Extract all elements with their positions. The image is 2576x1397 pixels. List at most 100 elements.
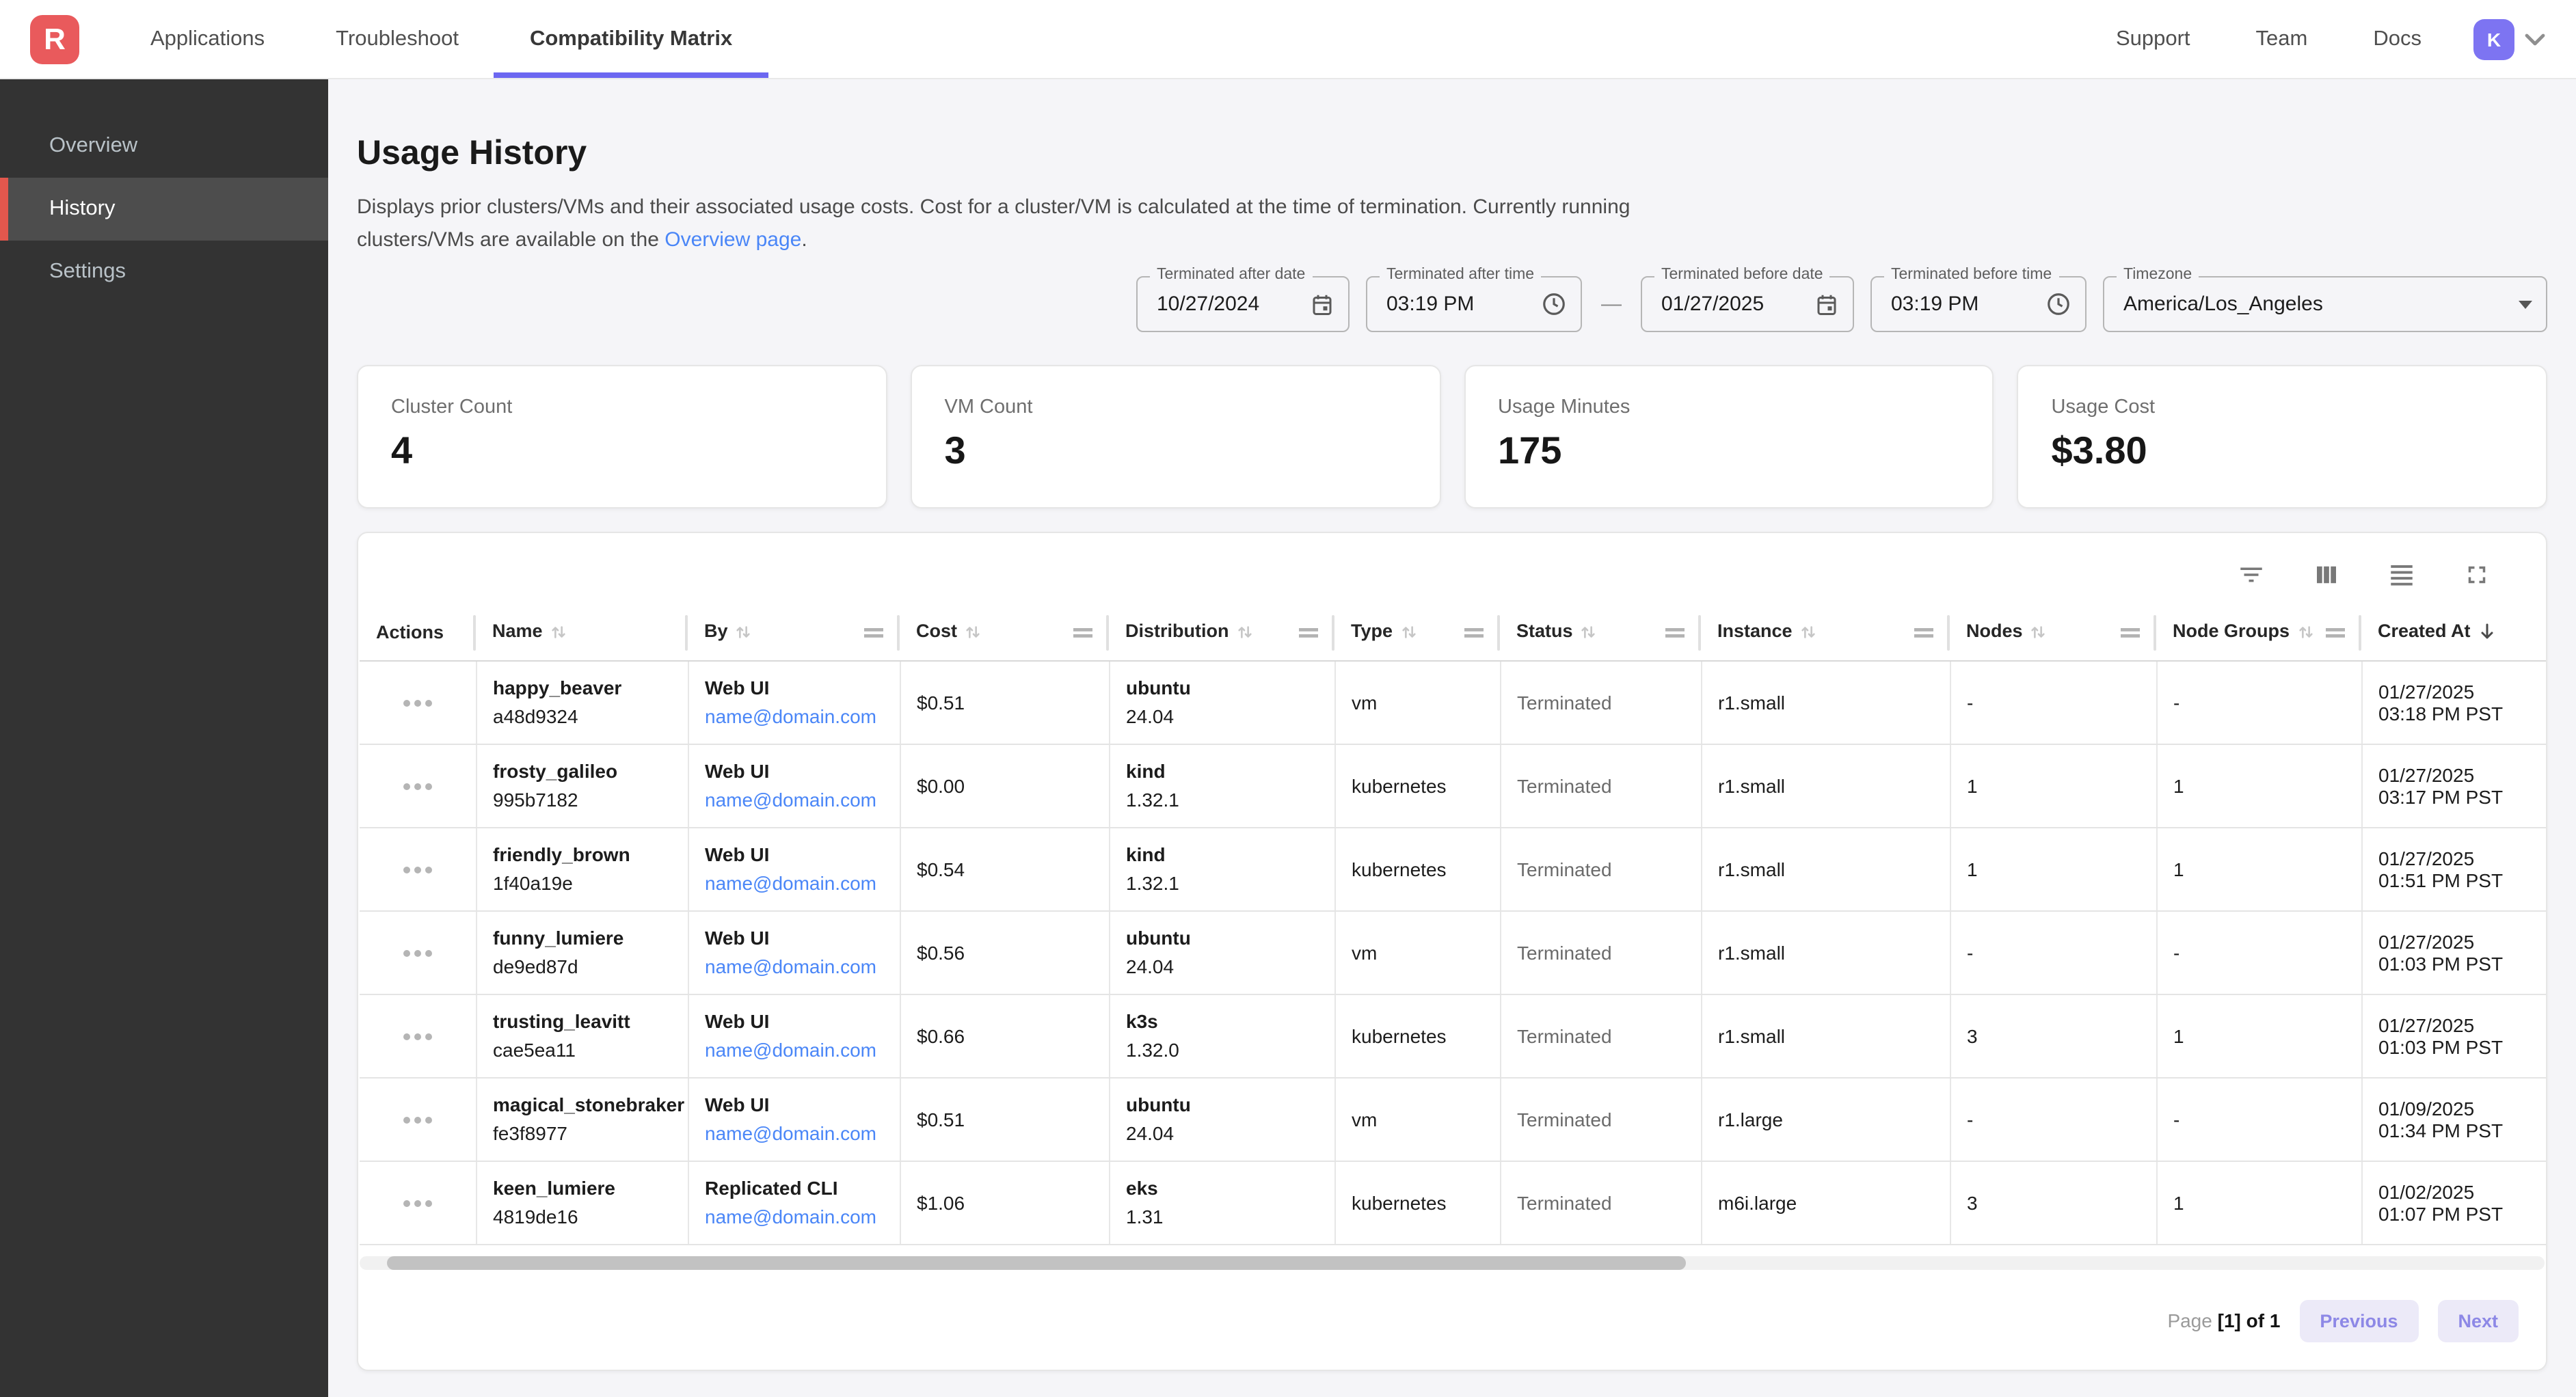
row-actions-cell (360, 660, 476, 744)
row-actions-menu-icon[interactable] (395, 775, 440, 798)
column-header-name[interactable]: Name (476, 606, 688, 660)
type-value: vm (1352, 941, 1377, 963)
column-header-instance[interactable]: Instance (1701, 606, 1950, 660)
sort-unsorted-icon[interactable] (1799, 623, 1817, 645)
created-by-email-link[interactable]: name@domain.com (705, 1122, 899, 1144)
node-groups-value: 1 (2173, 1025, 2184, 1046)
nav-link-support[interactable]: Support (2083, 27, 2223, 51)
row-actions-cell (360, 910, 476, 994)
row-actions-cell (360, 1161, 476, 1244)
column-header-node-groups[interactable]: Node Groups (2156, 606, 2361, 660)
sort-unsorted-icon[interactable] (2296, 623, 2314, 645)
row-actions-menu-icon[interactable] (395, 1109, 440, 1132)
timezone-select[interactable]: Timezone America/Los_Angeles (2103, 276, 2547, 332)
created-by-email-link[interactable]: name@domain.com (705, 705, 899, 727)
overview-page-link[interactable]: Overview page (665, 228, 801, 252)
sidebar-item-settings[interactable]: Settings (0, 241, 328, 303)
sidebar-item-history[interactable]: History (0, 178, 328, 241)
clock-icon[interactable] (2045, 291, 2071, 317)
row-actions-menu-icon[interactable] (395, 1192, 440, 1215)
column-header-status[interactable]: Status (1500, 606, 1701, 660)
column-menu-icon[interactable] (2326, 626, 2345, 640)
column-header-created-at[interactable]: Created At (2361, 606, 2547, 660)
column-menu-icon[interactable] (1299, 626, 1318, 640)
sort-unsorted-icon[interactable] (550, 623, 567, 645)
row-nodes-cell: 3 (1950, 994, 2156, 1077)
row-cost-cell: $0.54 (900, 827, 1109, 910)
row-status-cell: Terminated (1500, 1077, 1701, 1161)
chevron-down-icon[interactable] (2524, 32, 2546, 46)
nav-link-docs[interactable]: Docs (2340, 27, 2454, 51)
row-type-cell: vm (1334, 910, 1500, 994)
column-menu-icon[interactable] (864, 626, 883, 640)
row-type-cell: kubernetes (1334, 827, 1500, 910)
sort-unsorted-icon[interactable] (735, 623, 753, 645)
sort-unsorted-icon[interactable] (1236, 623, 1254, 645)
column-header-nodes[interactable]: Nodes (1950, 606, 2156, 660)
column-menu-icon[interactable] (2121, 626, 2140, 640)
date-range-separator: — (1598, 293, 1624, 316)
table-row: friendly_brown 1f40a19e Web UI name@doma… (360, 827, 2547, 910)
column-header-distribution[interactable]: Distribution (1109, 606, 1334, 660)
replicated-logo[interactable]: R (30, 14, 79, 64)
filter-icon[interactable] (2237, 560, 2266, 589)
row-type-cell: vm (1334, 660, 1500, 744)
sort-unsorted-icon[interactable] (1399, 623, 1417, 645)
created-by-email-link[interactable]: name@domain.com (705, 1206, 899, 1228)
cost-value: $0.51 (917, 691, 965, 713)
terminated-before-time-field[interactable]: Terminated before time 03:19 PM (1870, 276, 2087, 332)
row-distribution-cell: kind 1.32.1 (1109, 744, 1334, 827)
horizontal-scrollbar-thumb[interactable] (387, 1256, 1686, 1269)
fullscreen-icon[interactable] (2463, 560, 2491, 589)
row-type-cell: vm (1334, 1077, 1500, 1161)
row-actions-menu-icon[interactable] (395, 942, 440, 965)
row-name-cell: trusting_leavitt cae5ea11 (476, 994, 688, 1077)
nav-link-team[interactable]: Team (2223, 27, 2341, 51)
clock-icon[interactable] (1541, 291, 1567, 317)
column-header-cost[interactable]: Cost (900, 606, 1109, 660)
table-row: keen_lumiere 4819de16 Replicated CLI nam… (360, 1161, 2547, 1244)
column-menu-icon[interactable] (1665, 626, 1685, 640)
sort-unsorted-icon[interactable] (1580, 623, 1598, 645)
column-menu-icon[interactable] (1073, 626, 1092, 640)
row-actions-menu-icon[interactable] (395, 858, 440, 882)
calendar-icon[interactable] (1814, 292, 1839, 316)
nav-tab-troubleshoot[interactable]: Troubleshoot (300, 0, 494, 78)
distribution-version: 1.32.1 (1126, 872, 1334, 894)
created-by-email-link[interactable]: name@domain.com (705, 955, 899, 977)
terminated-after-date-field[interactable]: Terminated after date 10/27/2024 (1136, 276, 1350, 332)
next-button[interactable]: Next (2437, 1299, 2519, 1342)
cluster-name: trusting_leavitt (493, 1010, 687, 1032)
terminated-before-date-field[interactable]: Terminated before date 01/27/2025 (1641, 276, 1854, 332)
terminated-after-time-field[interactable]: Terminated after time 03:19 PM (1366, 276, 1582, 332)
column-menu-icon[interactable] (1914, 626, 1933, 640)
density-icon[interactable] (2387, 560, 2416, 589)
created-time: 01:03 PM PST (2378, 1035, 2547, 1057)
field-label: Terminated after time (1380, 267, 1541, 283)
sort-unsorted-icon[interactable] (2030, 623, 2048, 645)
row-actions-menu-icon[interactable] (395, 1025, 440, 1048)
user-avatar[interactable]: K (2473, 18, 2514, 59)
column-header-by[interactable]: By (688, 606, 900, 660)
filter-bar: Terminated after date 10/27/2024 Termina… (357, 276, 2547, 332)
created-by-email-link[interactable]: name@domain.com (705, 1039, 899, 1061)
cluster-name: funny_lumiere (493, 927, 687, 949)
nav-tab-applications[interactable]: Applications (115, 0, 300, 78)
previous-button[interactable]: Previous (2299, 1299, 2418, 1342)
calendar-icon[interactable] (1310, 292, 1334, 316)
created-by-email-link[interactable]: name@domain.com (705, 789, 899, 811)
sidebar-item-overview[interactable]: Overview (0, 115, 328, 178)
column-header-type[interactable]: Type (1334, 606, 1500, 660)
column-menu-icon[interactable] (1464, 626, 1484, 640)
columns-icon[interactable] (2312, 560, 2341, 589)
nav-tab-compatibility-matrix[interactable]: Compatibility Matrix (494, 0, 768, 78)
node-groups-value: 1 (2173, 774, 2184, 796)
stat-label: Cluster Count (391, 396, 853, 418)
created-by-email-link[interactable]: name@domain.com (705, 872, 899, 894)
top-navbar: R Applications Troubleshoot Compatibilit… (0, 0, 2576, 79)
sort-unsorted-icon[interactable] (964, 623, 982, 645)
distribution-version: 1.31 (1126, 1206, 1334, 1228)
row-actions-menu-icon[interactable] (395, 692, 440, 715)
sort-desc-icon[interactable] (2478, 622, 2497, 645)
row-nodes-cell: - (1950, 660, 2156, 744)
